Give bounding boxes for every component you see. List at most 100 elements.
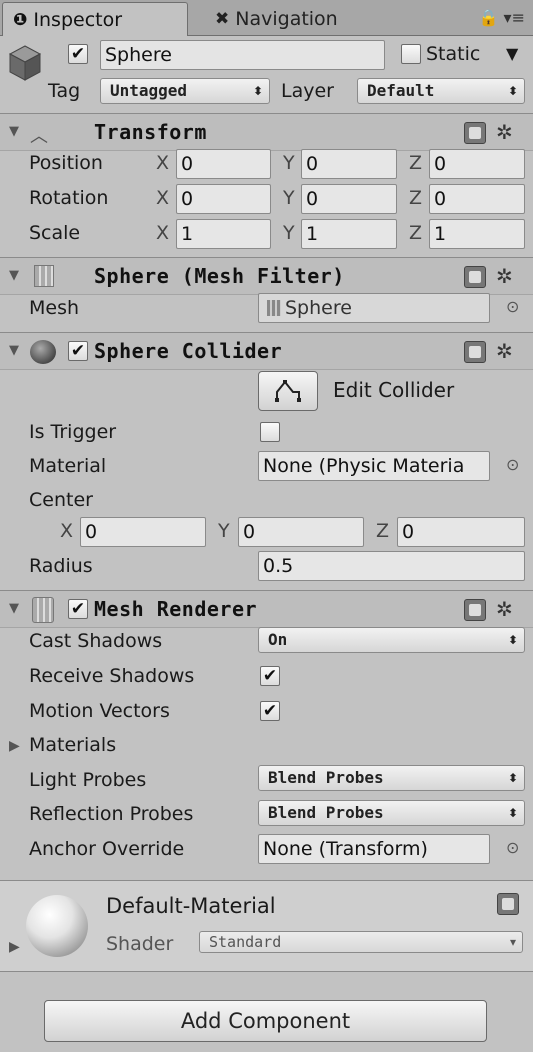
- gear-icon[interactable]: ✲: [496, 339, 513, 363]
- mesh-field[interactable]: Sphere: [258, 293, 490, 323]
- motion-vectors-checkbox[interactable]: ✔: [260, 701, 280, 721]
- reflection-probes-value: Blend Probes: [268, 803, 384, 822]
- reflection-probes-dropdown[interactable]: Blend Probes ⬍: [258, 800, 525, 826]
- light-probes-dropdown[interactable]: Blend Probes ⬍: [258, 765, 525, 791]
- help-icon[interactable]: [464, 122, 486, 144]
- tab-bar: ❶ Inspector ✖ Navigation 🔒 ▾≡: [0, 0, 533, 36]
- dropdown-arrow-icon: ⬍: [507, 84, 518, 98]
- material-preview-sphere: [26, 895, 88, 957]
- tag-value: Untagged: [110, 81, 188, 100]
- position-x-axis: X: [156, 152, 170, 174]
- mesh-renderer-icon: [32, 597, 54, 623]
- physic-material-field[interactable]: None (Physic Materia: [258, 451, 490, 481]
- layer-value: Default: [367, 81, 435, 100]
- sphere-collider-header[interactable]: ▼ ✔ Sphere Collider ✲: [0, 332, 533, 370]
- cast-shadows-value: On: [268, 630, 288, 649]
- dropdown-arrow-icon: ▾: [509, 935, 516, 949]
- cast-shadows-dropdown[interactable]: On ⬍: [258, 627, 525, 653]
- scale-z-axis: Z: [409, 222, 423, 244]
- position-x-field[interactable]: 0: [176, 149, 271, 179]
- position-z-field[interactable]: 0: [429, 149, 525, 179]
- layer-dropdown[interactable]: Default ⬍: [357, 78, 525, 104]
- object-picker-icon[interactable]: ⊙: [506, 455, 519, 474]
- mesh-filter-header[interactable]: ▼ Sphere (Mesh Filter) ✲: [0, 257, 533, 295]
- materials-foldout-icon[interactable]: ▶: [9, 733, 20, 759]
- is-trigger-checkbox[interactable]: [260, 422, 280, 442]
- gear-icon[interactable]: ✲: [496, 597, 513, 621]
- object-picker-icon[interactable]: ⊙: [506, 838, 519, 857]
- center-y-axis: Y: [218, 520, 230, 542]
- scale-x-axis: X: [156, 222, 170, 244]
- center-z-axis: Z: [376, 520, 390, 542]
- material-label: Material: [29, 455, 107, 477]
- scale-z-field[interactable]: 1: [429, 219, 525, 249]
- mesh-label: Mesh: [29, 297, 80, 319]
- active-checkbox[interactable]: ✔: [68, 44, 88, 64]
- edit-collider-icon: [275, 380, 301, 402]
- mesh-renderer-header[interactable]: ▼ ✔ Mesh Renderer ✲: [0, 590, 533, 628]
- center-y-field[interactable]: 0: [238, 517, 364, 547]
- scale-x-field[interactable]: 1: [176, 219, 271, 249]
- dropdown-arrow-icon: ⬍: [507, 633, 518, 647]
- receive-shadows-checkbox[interactable]: ✔: [260, 666, 280, 686]
- center-label: Center: [29, 489, 93, 511]
- rotation-label: Rotation: [29, 187, 109, 209]
- shader-dropdown[interactable]: Standard ▾: [199, 931, 523, 953]
- help-icon[interactable]: [497, 893, 519, 915]
- gear-icon[interactable]: ✲: [496, 120, 513, 144]
- foldout-arrow-icon[interactable]: ▼: [9, 268, 19, 283]
- foldout-arrow-icon[interactable]: ▼: [9, 124, 19, 139]
- scale-y-field[interactable]: 1: [301, 219, 397, 249]
- tab-inspector-label: Inspector: [33, 8, 123, 31]
- anchor-override-field[interactable]: None (Transform): [258, 834, 490, 864]
- tab-navigation-label: Navigation: [235, 8, 338, 30]
- tab-inspector[interactable]: ❶ Inspector: [2, 2, 188, 36]
- scale-y-axis: Y: [283, 222, 295, 244]
- dropdown-arrow-icon: ⬍: [507, 806, 518, 820]
- gear-icon[interactable]: ✲: [496, 264, 513, 288]
- receive-shadows-label: Receive Shadows: [29, 665, 195, 687]
- material-section: ▶ Default-Material Shader Standard ▾: [0, 880, 533, 972]
- sphere-collider-checkbox[interactable]: ✔: [68, 341, 88, 361]
- shader-label: Shader: [106, 933, 174, 955]
- position-z-axis: Z: [409, 152, 423, 174]
- material-name: Default-Material: [106, 894, 276, 918]
- is-trigger-label: Is Trigger: [29, 421, 117, 443]
- lock-menu-icon[interactable]: 🔒 ▾≡: [479, 8, 525, 27]
- center-x-axis: X: [60, 520, 74, 542]
- center-x-field[interactable]: 0: [80, 517, 206, 547]
- rotation-y-field[interactable]: 0: [301, 184, 397, 214]
- transform-title: Transform: [94, 120, 207, 144]
- mesh-asset-icon: [267, 300, 281, 316]
- object-name-field[interactable]: Sphere: [100, 40, 385, 70]
- help-icon[interactable]: [464, 341, 486, 363]
- object-picker-icon[interactable]: ⊙: [506, 297, 519, 316]
- rotation-x-field[interactable]: 0: [176, 184, 271, 214]
- tag-dropdown[interactable]: Untagged ⬍: [100, 78, 270, 104]
- layer-label: Layer: [281, 80, 334, 102]
- dropdown-arrow-icon: ⬍: [507, 771, 518, 785]
- rotation-z-field[interactable]: 0: [429, 184, 525, 214]
- cast-shadows-label: Cast Shadows: [29, 630, 163, 652]
- info-icon: ❶: [13, 9, 28, 30]
- mesh-renderer-checkbox[interactable]: ✔: [68, 599, 88, 619]
- foldout-arrow-icon[interactable]: ▼: [9, 343, 19, 358]
- help-icon[interactable]: [464, 599, 486, 621]
- position-y-field[interactable]: 0: [301, 149, 397, 179]
- mesh-filter-icon: [34, 265, 54, 287]
- material-foldout-icon[interactable]: ▶: [9, 939, 20, 955]
- radius-field[interactable]: 0.5: [258, 551, 525, 581]
- foldout-arrow-icon[interactable]: ▼: [9, 601, 19, 616]
- navigation-icon: ✖: [215, 9, 230, 29]
- center-z-field[interactable]: 0: [397, 517, 525, 547]
- static-dropdown-icon[interactable]: ▼: [506, 41, 518, 67]
- materials-label[interactable]: Materials: [29, 732, 116, 758]
- edit-collider-button[interactable]: [258, 371, 318, 411]
- static-checkbox[interactable]: [401, 44, 421, 64]
- transform-header[interactable]: ▼ ︿ Transform ✲: [0, 113, 533, 151]
- shader-value: Standard: [209, 933, 282, 951]
- add-component-button[interactable]: Add Component: [44, 1000, 487, 1042]
- tab-navigation[interactable]: ✖ Navigation: [205, 2, 395, 36]
- help-icon[interactable]: [464, 266, 486, 288]
- position-y-axis: Y: [283, 152, 295, 174]
